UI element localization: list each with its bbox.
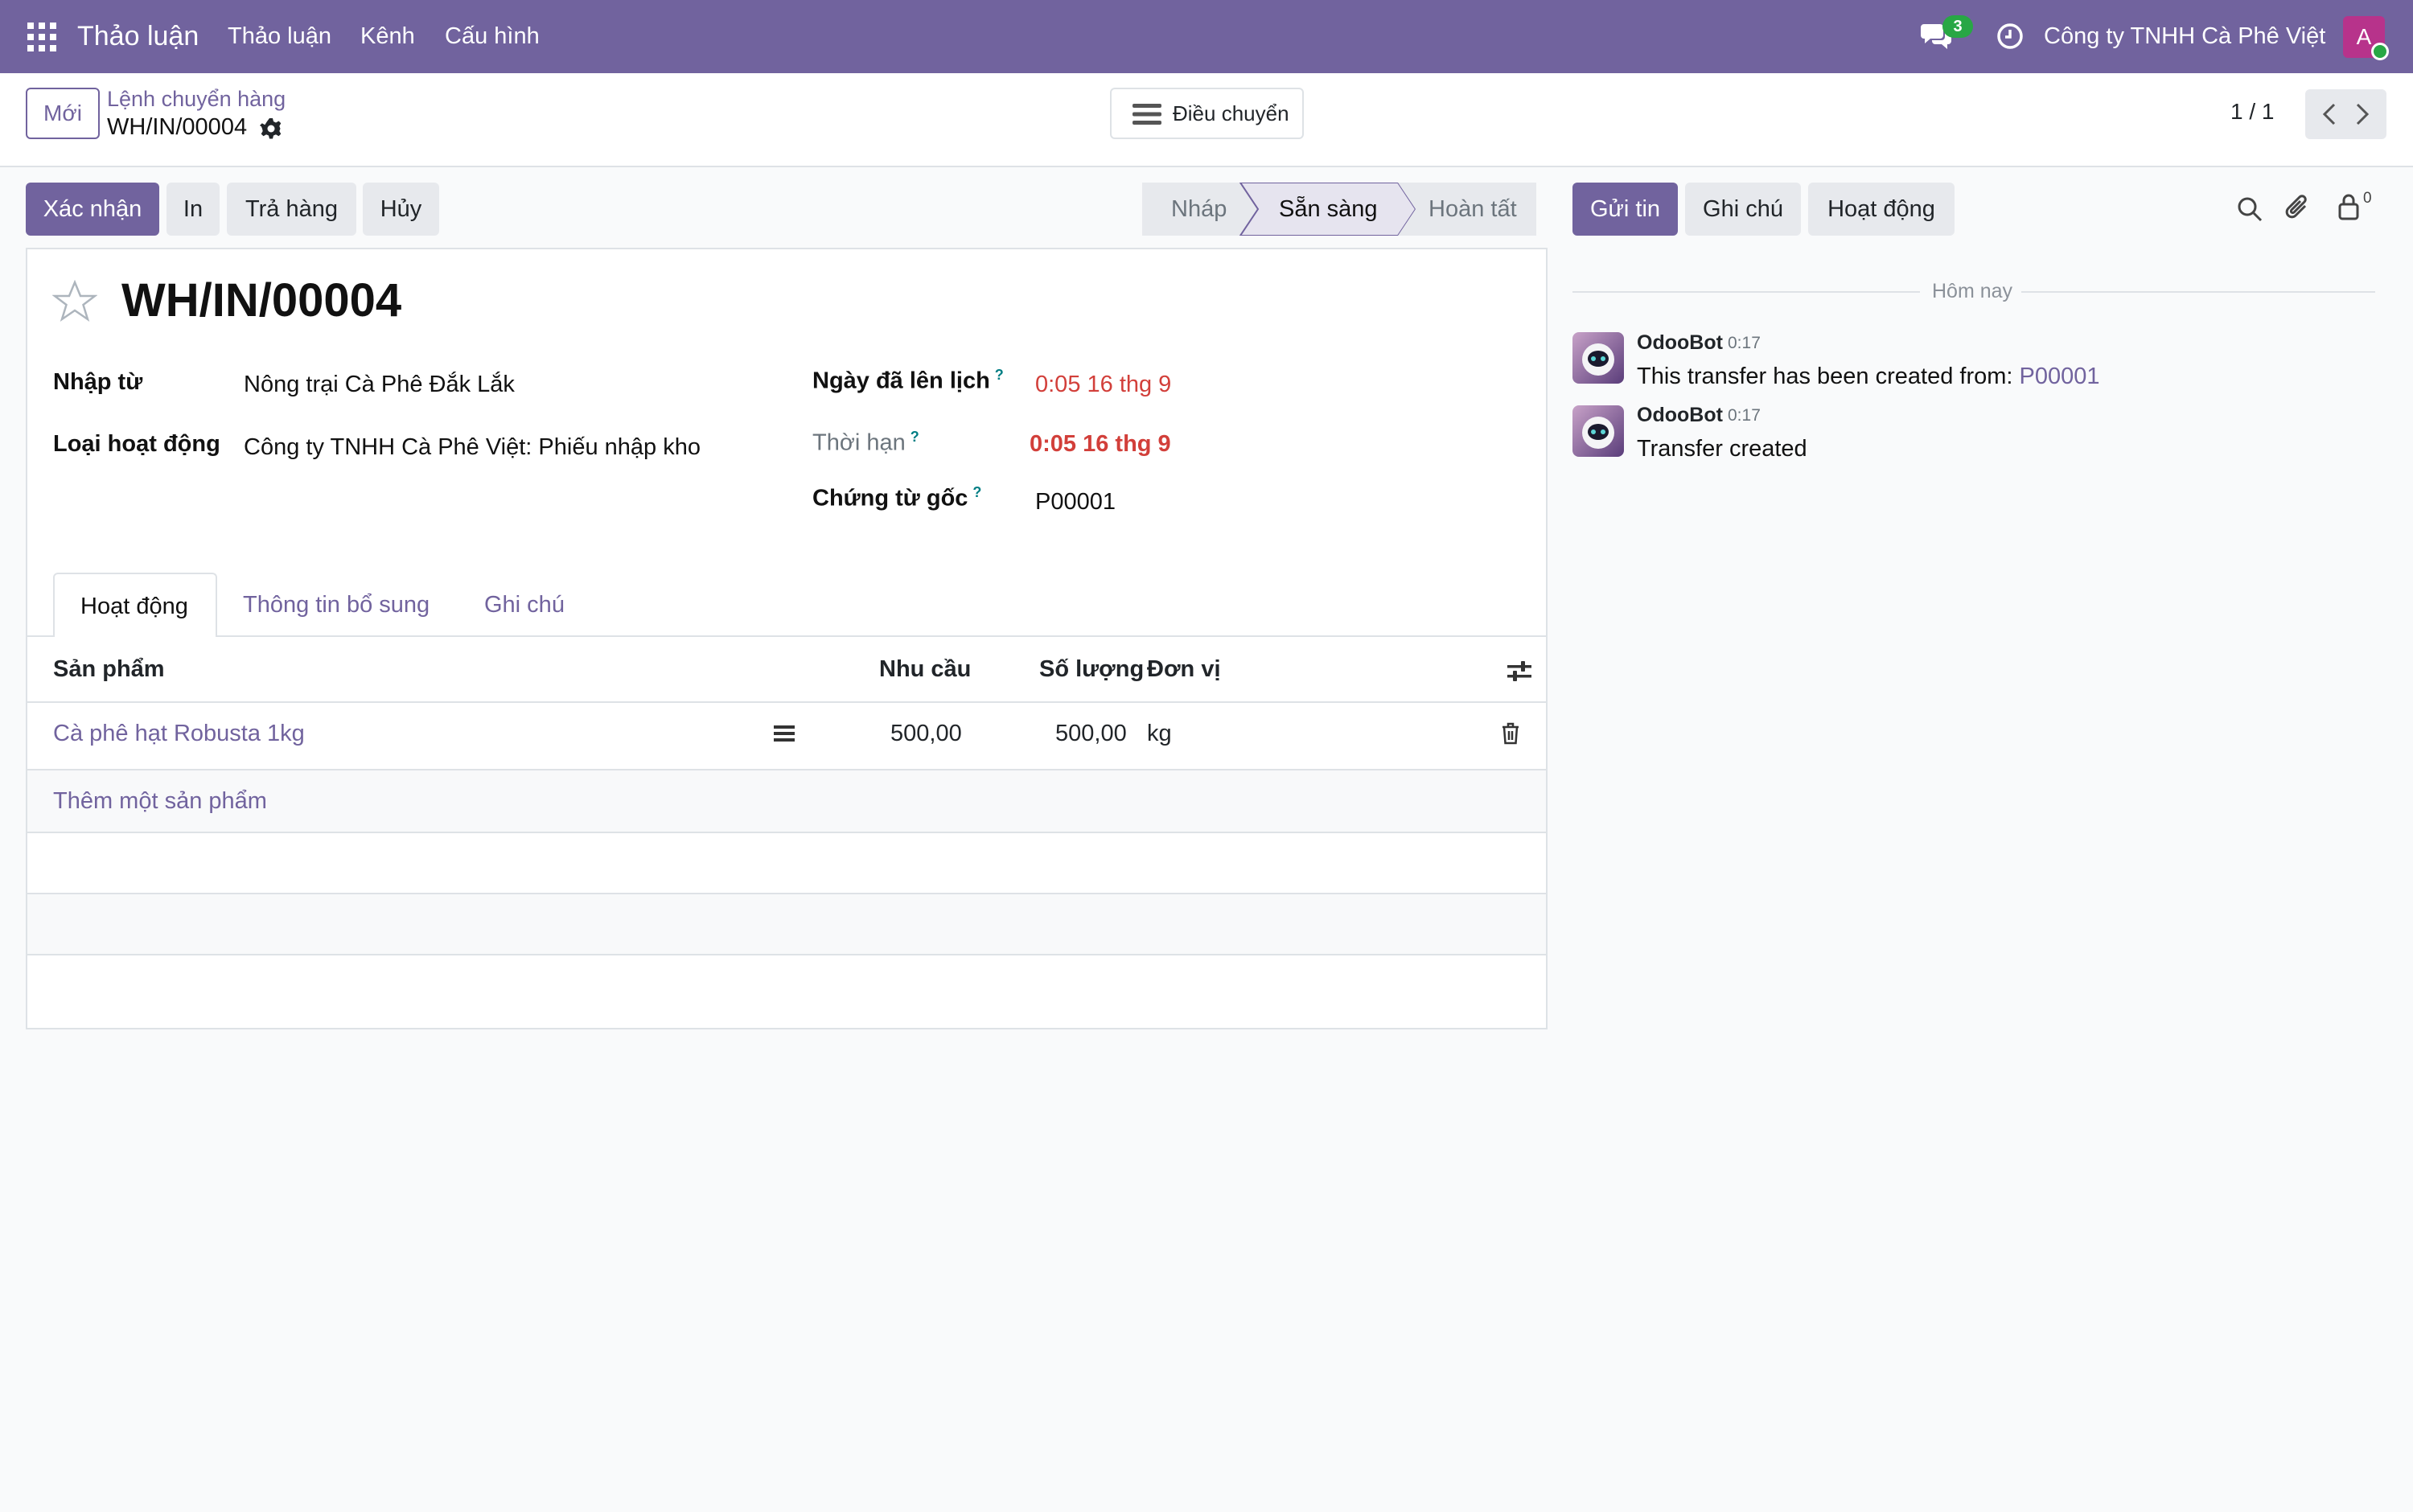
stage-draft[interactable]: Nháp bbox=[1171, 196, 1227, 223]
menu-item-kenh[interactable]: Kênh bbox=[360, 0, 415, 73]
schedule-activity-button[interactable]: Hoạt động bbox=[1808, 183, 1955, 236]
empty-row bbox=[27, 833, 1546, 893]
message-author[interactable]: OdooBot bbox=[1637, 331, 1723, 355]
value-source-location[interactable]: Nông trại Cà Phê Đắk Lắk bbox=[244, 372, 515, 398]
source-document-link[interactable]: P00001 bbox=[2020, 364, 2100, 389]
trash-icon[interactable] bbox=[1501, 722, 1520, 745]
followers-icon[interactable] bbox=[2337, 193, 2361, 222]
message-time: 0:17 bbox=[1728, 406, 1761, 425]
favorite-star-icon[interactable] bbox=[51, 279, 98, 323]
cancel-button[interactable]: Hủy bbox=[363, 183, 439, 236]
breadcrumb-parent[interactable]: Lệnh chuyển hàng bbox=[107, 87, 286, 112]
label-deadline-text: Thời hạn bbox=[812, 429, 906, 456]
empty-row bbox=[27, 894, 1546, 954]
activity-clock-icon[interactable] bbox=[1996, 23, 2024, 50]
tab-divider bbox=[27, 635, 1546, 637]
actions-menu-label: Điều chuyển bbox=[1173, 101, 1289, 125]
message-body: This transfer has been created from: P00… bbox=[1637, 364, 2100, 390]
date-separator: Hôm nay bbox=[1932, 280, 2013, 302]
table-row[interactable]: Cà phê hạt Robusta 1kg 500,00 500,00 kg bbox=[27, 703, 1546, 767]
row-uom[interactable]: kg bbox=[1147, 721, 1172, 747]
company-name[interactable]: Công ty TNHH Cà Phê Việt bbox=[2044, 0, 2325, 73]
top-navbar: Thảo luận Thảo luận Kênh Cấu hình 3 Công… bbox=[0, 0, 2413, 73]
gear-icon[interactable] bbox=[260, 117, 282, 140]
robot-icon bbox=[1582, 417, 1614, 449]
label-scheduled-date: Ngày đã lên lịch? bbox=[812, 367, 1004, 395]
app-name[interactable]: Thảo luận bbox=[77, 0, 199, 73]
message-author[interactable]: OdooBot bbox=[1637, 404, 1723, 427]
form-sheet: WH/IN/00004 Nhập từ Nông trại Cà Phê Đắk… bbox=[26, 248, 1548, 1029]
record-name: WH/IN/00004 bbox=[107, 114, 248, 140]
odoobot-avatar[interactable] bbox=[1572, 405, 1624, 457]
log-note-button[interactable]: Ghi chú bbox=[1685, 183, 1801, 236]
actions-menu-button[interactable]: Điều chuyển bbox=[1110, 88, 1304, 139]
menu-item-cau-hinh[interactable]: Cấu hình bbox=[445, 0, 540, 73]
date-separator-line-right bbox=[2021, 291, 2375, 293]
row-quantity[interactable]: 500,00 bbox=[1055, 721, 1127, 747]
hamburger-icon bbox=[1133, 104, 1161, 125]
details-list-icon[interactable] bbox=[774, 724, 795, 743]
add-line-row: Thêm một sản phẩm bbox=[27, 770, 1546, 832]
tab-additional-info[interactable]: Thông tin bổ sung bbox=[243, 592, 430, 618]
tab-operations[interactable]: Hoạt động bbox=[53, 573, 217, 637]
help-icon[interactable]: ? bbox=[972, 484, 981, 500]
col-header-demand[interactable]: Nhu cầu bbox=[879, 656, 971, 683]
label-operation-type: Loại hoạt động bbox=[53, 431, 220, 457]
control-panel: Mới Lệnh chuyển hàng WH/IN/00004 Điều ch… bbox=[0, 73, 2413, 167]
stage-done[interactable]: Hoàn tất bbox=[1428, 196, 1517, 223]
menu-item-thao-luan[interactable]: Thảo luận bbox=[228, 0, 331, 73]
new-button[interactable]: Mới bbox=[26, 88, 100, 139]
row-demand[interactable]: 500,00 bbox=[890, 721, 962, 747]
pager-value[interactable]: 1 / 1 bbox=[2230, 99, 2274, 125]
presence-online-icon bbox=[2371, 43, 2389, 60]
row-divider bbox=[27, 954, 1546, 955]
confirm-button[interactable]: Xác nhận bbox=[26, 183, 159, 236]
row-product[interactable]: Cà phê hạt Robusta 1kg bbox=[53, 721, 305, 747]
print-button[interactable]: In bbox=[166, 183, 220, 236]
message-body: Transfer created bbox=[1637, 436, 1807, 462]
pager-next-button[interactable] bbox=[2337, 89, 2386, 139]
date-separator-line-left bbox=[1572, 291, 1920, 293]
value-source-document[interactable]: P00001 bbox=[1035, 489, 1116, 516]
label-scheduled-date-text: Ngày đã lên lịch bbox=[812, 368, 990, 394]
col-header-product[interactable]: Sản phẩm bbox=[53, 656, 165, 683]
label-source-location: Nhập từ bbox=[53, 369, 143, 395]
help-icon[interactable]: ? bbox=[911, 429, 919, 445]
value-scheduled-date[interactable]: 0:05 16 thg 9 bbox=[1035, 372, 1171, 398]
app-menu-icon[interactable] bbox=[27, 23, 56, 51]
tab-operations-label: Hoạt động bbox=[80, 594, 188, 619]
status-pipeline: Nháp Sẵn sàng Hoàn tất bbox=[1142, 183, 1536, 236]
message-text: This transfer has been created from: bbox=[1637, 364, 2020, 389]
tab-note[interactable]: Ghi chú bbox=[484, 592, 565, 618]
label-deadline: Thời hạn? bbox=[812, 429, 919, 457]
value-operation-type[interactable]: Công ty TNHH Cà Phê Việt: Phiếu nhập kho bbox=[244, 434, 701, 461]
message-time: 0:17 bbox=[1728, 334, 1761, 352]
paperclip-icon[interactable] bbox=[2284, 193, 2312, 222]
search-icon[interactable] bbox=[2236, 195, 2263, 223]
followers-count: 0 bbox=[2363, 190, 2372, 207]
message-count-badge: 3 bbox=[1942, 15, 1973, 38]
record-title: WH/IN/00004 bbox=[121, 274, 402, 327]
robot-icon bbox=[1582, 343, 1614, 376]
avatar-letter: A bbox=[2356, 24, 2372, 49]
label-source-document: Chứng từ gốc? bbox=[812, 484, 981, 512]
help-icon[interactable]: ? bbox=[995, 367, 1004, 383]
add-product-link[interactable]: Thêm một sản phẩm bbox=[53, 788, 267, 815]
optional-columns-icon[interactable] bbox=[1506, 659, 1533, 684]
odoobot-avatar[interactable] bbox=[1572, 332, 1624, 384]
stage-ready[interactable]: Sẵn sàng bbox=[1279, 196, 1378, 223]
col-header-quantity[interactable]: Số lượng bbox=[1039, 656, 1144, 683]
return-button[interactable]: Trả hàng bbox=[227, 183, 356, 236]
value-deadline: 0:05 16 thg 9 bbox=[1030, 431, 1171, 457]
col-header-uom[interactable]: Đơn vị bbox=[1147, 656, 1221, 683]
send-message-button[interactable]: Gửi tin bbox=[1572, 183, 1678, 236]
chevron-right-icon bbox=[2356, 103, 2370, 125]
label-source-document-text: Chứng từ gốc bbox=[812, 485, 968, 512]
